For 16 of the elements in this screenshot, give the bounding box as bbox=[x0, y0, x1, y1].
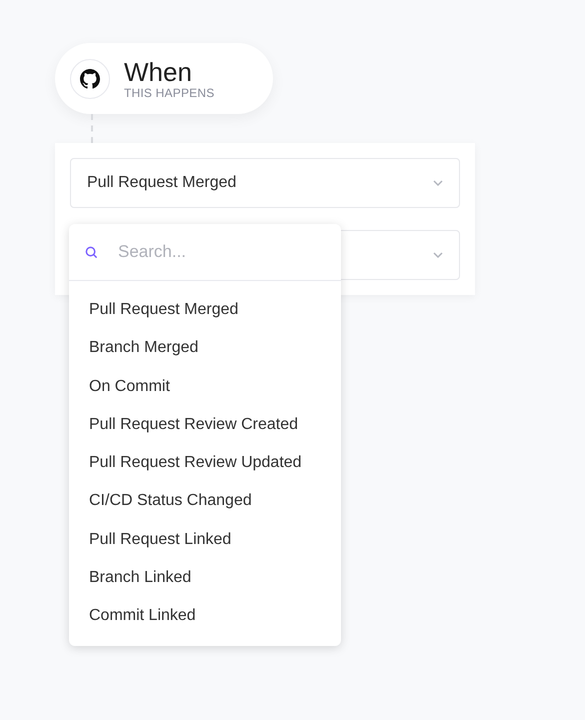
search-icon bbox=[85, 246, 98, 258]
trigger-title: When bbox=[124, 58, 193, 86]
chevron-down-icon bbox=[433, 252, 443, 258]
github-icon bbox=[70, 58, 110, 98]
chevron-down-icon bbox=[433, 180, 443, 186]
menu-item[interactable]: Branch Merged bbox=[69, 329, 341, 368]
select-field[interactable]: Pull Request Merged bbox=[70, 158, 460, 208]
menu-item[interactable]: Pull Request Review Updated bbox=[69, 444, 341, 482]
menu-item[interactable]: Pull Request Review Created bbox=[69, 406, 341, 444]
menu-item[interactable]: CI/CD Status Changed bbox=[69, 482, 341, 521]
menu-item[interactable]: Pull Request Merged bbox=[69, 291, 341, 330]
menu-item[interactable]: Pull Request Linked bbox=[69, 520, 341, 560]
menu-item[interactable]: Commit Linked bbox=[69, 597, 341, 636]
menu-item[interactable]: Branch Linked bbox=[69, 559, 341, 598]
trigger-subtitle: THIS HAPPENS bbox=[124, 86, 214, 100]
menu-item[interactable]: On Commit bbox=[69, 368, 341, 406]
